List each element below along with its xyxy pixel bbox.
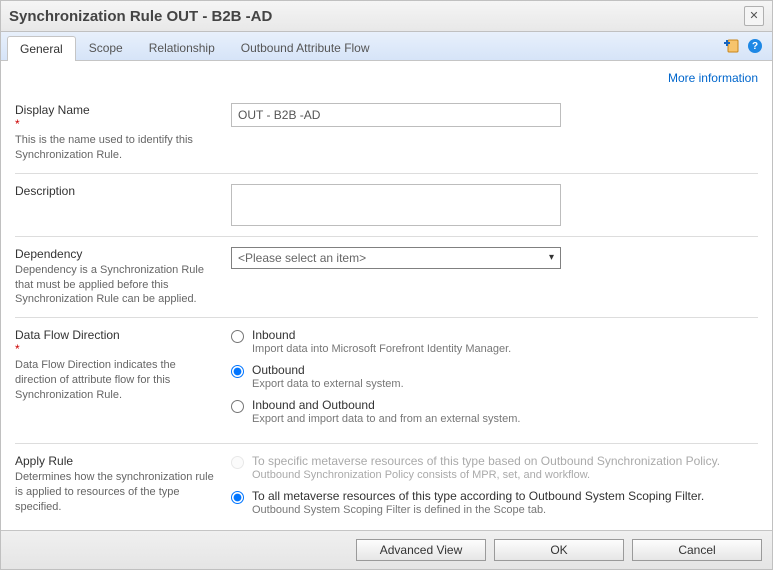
description-label: Description xyxy=(15,184,215,198)
radio-inbound[interactable] xyxy=(231,330,244,343)
radio-both-label: Inbound and Outbound xyxy=(252,398,520,412)
radio-outbound-label: Outbound xyxy=(252,363,404,377)
dependency-select[interactable]: <Please select an item> ▾ xyxy=(231,247,561,269)
more-info-row: More information xyxy=(15,71,758,85)
dataflow-labelcol: Data Flow Direction * Data Flow Directio… xyxy=(15,328,231,433)
display-name-input[interactable] xyxy=(231,103,561,127)
section-apply-rule: Apply Rule Determines how the synchroniz… xyxy=(15,444,758,530)
ok-button[interactable]: OK xyxy=(494,539,624,561)
tabbar-actions: ? xyxy=(724,38,766,54)
tab-outbound-attribute-flow[interactable]: Outbound Attribute Flow xyxy=(228,35,383,60)
display-name-valuecol xyxy=(231,103,758,163)
applyrule-labelcol: Apply Rule Determines how the synchroniz… xyxy=(15,454,231,524)
radio-policy xyxy=(231,456,244,469)
dependency-labelcol: Dependency Dependency is a Synchronizati… xyxy=(15,247,231,308)
radio-inbound-outbound[interactable] xyxy=(231,400,244,413)
required-marker: * xyxy=(15,342,215,356)
radio-filter-desc: Outbound System Scoping Filter is define… xyxy=(252,504,704,516)
radio-policy-desc: Outbound Synchronization Policy consists… xyxy=(252,469,720,481)
required-marker: * xyxy=(15,117,215,131)
tab-content-general: More information Display Name * This is … xyxy=(1,61,772,530)
radio-outbound[interactable] xyxy=(231,365,244,378)
radio-row-policy: To specific metaverse resources of this … xyxy=(231,454,758,481)
dataflow-desc: Data Flow Direction indicates the direct… xyxy=(15,358,215,403)
dataflow-valuecol: Inbound Import data into Microsoft Foref… xyxy=(231,328,758,433)
add-icon[interactable] xyxy=(724,38,740,54)
more-information-link[interactable]: More information xyxy=(668,71,758,85)
radio-both-desc: Export and import data to and from an ex… xyxy=(252,413,520,425)
radio-outbound-desc: Export data to external system. xyxy=(252,378,404,390)
close-icon: ✕ xyxy=(749,11,758,22)
radio-inbound-label: Inbound xyxy=(252,328,511,342)
radio-inbound-desc: Import data into Microsoft Forefront Ide… xyxy=(252,343,511,355)
radio-filter-label: To all metaverse resources of this type … xyxy=(252,489,704,503)
advanced-view-button[interactable]: Advanced View xyxy=(356,539,486,561)
display-name-label: Display Name xyxy=(15,103,215,117)
applyrule-desc: Determines how the synchronization rule … xyxy=(15,470,215,515)
window-title: Synchronization Rule OUT - B2B -AD xyxy=(9,8,272,25)
section-display-name: Display Name * This is the name used to … xyxy=(15,93,758,174)
dependency-desc: Dependency is a Synchronization Rule tha… xyxy=(15,263,215,308)
dependency-valuecol: <Please select an item> ▾ xyxy=(231,247,758,308)
tab-general[interactable]: General xyxy=(7,36,76,61)
radio-row-filter: To all metaverse resources of this type … xyxy=(231,489,758,516)
applyrule-label: Apply Rule xyxy=(15,454,215,468)
radio-row-inbound: Inbound Import data into Microsoft Foref… xyxy=(231,328,758,355)
tab-relationship[interactable]: Relationship xyxy=(136,35,228,60)
chevron-down-icon: ▾ xyxy=(549,252,554,263)
description-valuecol xyxy=(231,184,758,226)
radio-row-outbound: Outbound Export data to external system. xyxy=(231,363,758,390)
display-name-desc: This is the name used to identify this S… xyxy=(15,133,215,163)
title-bar: Synchronization Rule OUT - B2B -AD ✕ xyxy=(1,1,772,32)
close-button[interactable]: ✕ xyxy=(744,6,764,26)
section-data-flow-direction: Data Flow Direction * Data Flow Directio… xyxy=(15,318,758,444)
help-icon[interactable]: ? xyxy=(748,39,762,53)
description-labelcol: Description xyxy=(15,184,231,226)
section-description: Description xyxy=(15,174,758,237)
dependency-label: Dependency xyxy=(15,247,215,261)
section-dependency: Dependency Dependency is a Synchronizati… xyxy=(15,237,758,319)
tab-scope[interactable]: Scope xyxy=(76,35,136,60)
dialog-footer: Advanced View OK Cancel xyxy=(1,530,772,569)
tab-bar: General Scope Relationship Outbound Attr… xyxy=(1,32,772,61)
radio-row-both: Inbound and Outbound Export and import d… xyxy=(231,398,758,425)
description-input[interactable] xyxy=(231,184,561,226)
radio-policy-label: To specific metaverse resources of this … xyxy=(252,454,720,468)
dataflow-label: Data Flow Direction xyxy=(15,328,215,342)
radio-filter[interactable] xyxy=(231,491,244,504)
cancel-button[interactable]: Cancel xyxy=(632,539,762,561)
applyrule-valuecol: To specific metaverse resources of this … xyxy=(231,454,758,524)
dependency-select-placeholder: <Please select an item> xyxy=(238,251,366,265)
display-name-labelcol: Display Name * This is the name used to … xyxy=(15,103,231,163)
dialog-window: Synchronization Rule OUT - B2B -AD ✕ Gen… xyxy=(0,0,773,570)
